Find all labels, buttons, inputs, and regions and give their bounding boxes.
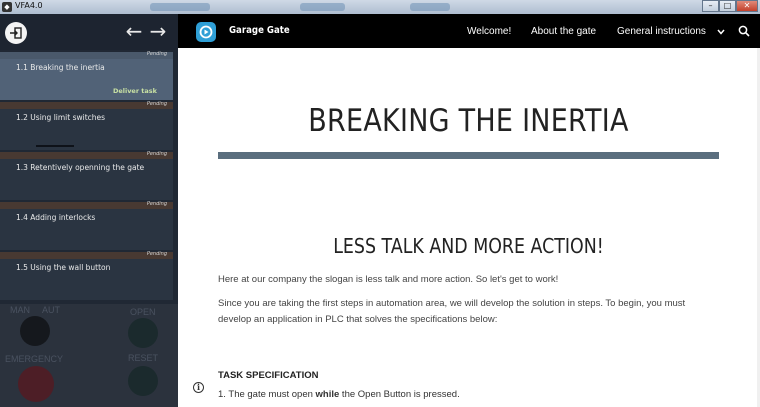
task-label: 1.1 Breaking the inertia (16, 63, 105, 72)
aut-label: AUT (42, 305, 60, 315)
nav-general-instructions[interactable]: General instructions (617, 26, 706, 37)
top-navbar: Garage Gate Welcome! About the gate Gene… (178, 14, 760, 48)
task-status: Pending (146, 201, 167, 207)
brand-title[interactable]: Garage Gate (229, 25, 290, 36)
nav-welcome[interactable]: Welcome! (467, 26, 511, 37)
maximize-button[interactable]: □ (719, 0, 736, 12)
title-divider (218, 152, 719, 159)
spec-item-text: the Open Button is pressed. (339, 389, 460, 400)
chevron-down-icon[interactable] (717, 29, 725, 35)
open-button[interactable] (128, 318, 158, 348)
main-content: BREAKING THE INERTIA LESS TALK AND MORE … (178, 48, 760, 407)
taskbar-blur (150, 3, 210, 11)
intro-paragraph: Here at our company the slogan is less t… (218, 274, 559, 285)
exit-icon (10, 27, 22, 39)
info-icon[interactable]: i (193, 382, 204, 393)
task-item-1-5[interactable]: Pending 1.5 Using the wall button (0, 251, 173, 300)
emergency-label: EMERGENCY (5, 354, 64, 364)
task-item-1-3[interactable]: Pending 1.3 Retentively openning the gat… (0, 151, 173, 200)
task-status: Pending (146, 151, 167, 157)
steps-paragraph: Since you are taking the first steps in … (218, 298, 686, 325)
open-label: OPEN (130, 307, 156, 317)
window-title: VFA4.0 (15, 1, 43, 10)
page-title: BREAKING THE INERTIA (308, 103, 629, 139)
task-status: Pending (146, 51, 167, 57)
forward-arrow-button[interactable]: → (148, 21, 168, 42)
emergency-button[interactable] (18, 366, 54, 402)
task-label: 1.5 Using the wall button (16, 263, 111, 272)
minimize-button[interactable]: – (702, 0, 719, 12)
deliver-task-button[interactable]: Deliver task (113, 87, 157, 95)
search-icon[interactable] (738, 25, 750, 37)
task-status: Pending (146, 101, 167, 107)
task-divider (36, 145, 74, 147)
task-status: Pending (146, 251, 167, 257)
back-arrow-button[interactable]: ← (124, 21, 144, 42)
spec-item-text: 1. The gate must open (218, 389, 316, 400)
task-label: 1.2 Using limit switches (16, 113, 106, 122)
taskbar-blur (410, 3, 450, 11)
spec-item-1: 1. The gate must open while the Open But… (218, 389, 460, 400)
man-label: MAN (10, 305, 30, 315)
reset-button[interactable] (128, 366, 158, 396)
section-heading: LESS TALK AND MORE ACTION! (333, 234, 604, 258)
task-item-1-2[interactable]: Pending 1.2 Using limit switches (0, 101, 173, 150)
exit-button[interactable] (5, 22, 27, 44)
control-panel-background: MAN AUT OPEN EMERGENCY RESET (0, 304, 178, 407)
spec-item-emphasis: while (315, 389, 340, 400)
task-label: 1.4 Adding interlocks (16, 213, 96, 222)
window-controls: – □ ✕ (702, 0, 758, 13)
task-label: 1.3 Retentively openning the gate (16, 163, 145, 172)
logo-icon (199, 25, 213, 39)
app-icon: ◆ (2, 2, 12, 12)
task-sidebar: MAN AUT OPEN EMERGENCY RESET ← → Pending… (0, 14, 178, 407)
task-item-1-4[interactable]: Pending 1.4 Adding interlocks (0, 201, 173, 250)
mode-selector-knob[interactable] (20, 316, 50, 346)
taskbar-blur (300, 3, 345, 11)
close-button[interactable]: ✕ (736, 0, 758, 12)
reset-label: RESET (128, 353, 159, 363)
window-titlebar: ◆ VFA4.0 – □ ✕ (0, 0, 760, 14)
garage-gate-logo[interactable] (196, 22, 216, 42)
sidebar-header: ← → (0, 14, 178, 50)
task-specification-heading: TASK SPECIFICATION (218, 370, 319, 381)
nav-about-gate[interactable]: About the gate (531, 26, 596, 37)
task-item-1-1[interactable]: Pending 1.1 Breaking the inertia Deliver… (0, 51, 173, 100)
